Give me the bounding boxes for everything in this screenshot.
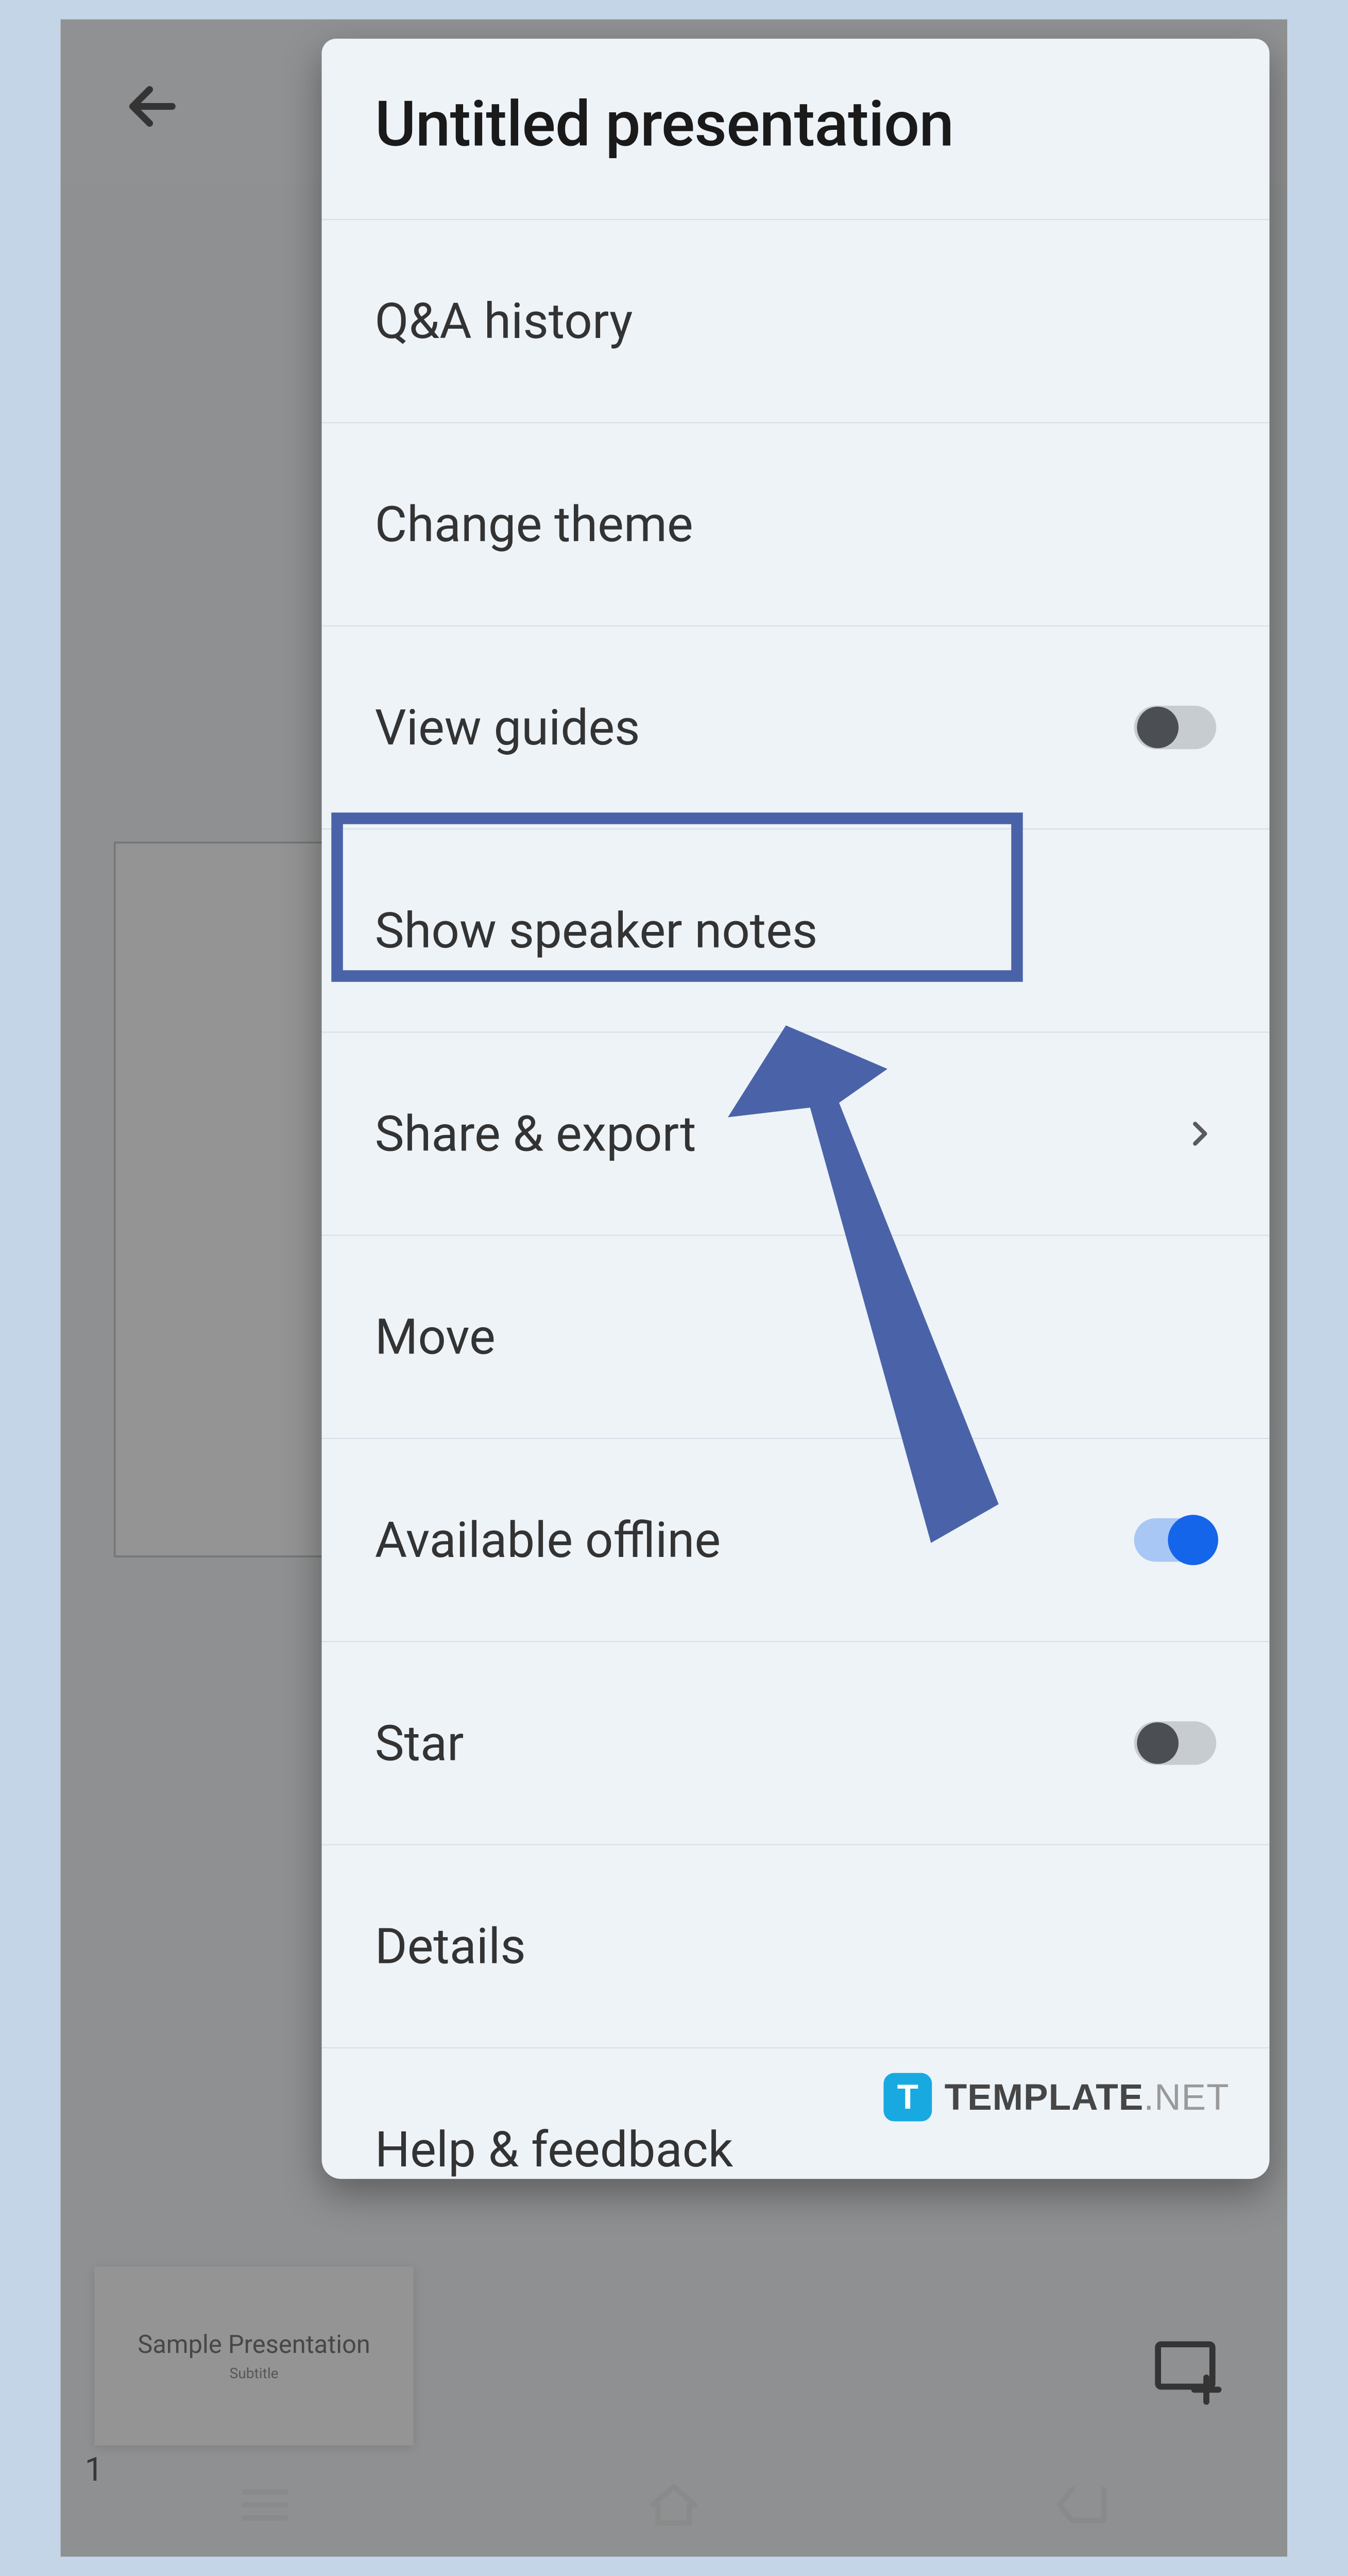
menu-item-label: Move (375, 1308, 496, 1366)
menu-title: Untitled presentation (322, 39, 1270, 219)
menu-item-star[interactable]: Star (322, 1641, 1270, 1844)
menu-item-label: Details (375, 1917, 526, 1975)
menu-item-label: Q&A history (375, 292, 633, 350)
menu-item-qa-history[interactable]: Q&A history (322, 219, 1270, 422)
menu-item-label: Change theme (375, 495, 693, 553)
menu-item-label: View guides (375, 699, 640, 757)
menu-item-available-offline[interactable]: Available offline (322, 1438, 1270, 1641)
watermark-suffix: .NET (1144, 2077, 1229, 2118)
menu-item-share-export[interactable]: Share & export (322, 1031, 1270, 1234)
menu-list: Q&A history Change theme View guides Sho… (322, 219, 1270, 2179)
menu-item-details[interactable]: Details (322, 1844, 1270, 2047)
menu-item-label: Help & feedback (375, 2121, 733, 2179)
menu-item-label: Star (375, 1714, 464, 1772)
toggle-available-offline[interactable] (1134, 1518, 1217, 1562)
toggle-view-guides[interactable] (1134, 706, 1217, 749)
overflow-menu: Untitled presentation Q&A history Change… (322, 39, 1270, 2179)
chevron-right-icon (1183, 1105, 1217, 1163)
menu-item-change-theme[interactable]: Change theme (322, 422, 1270, 625)
watermark-badge: T (883, 2073, 932, 2122)
watermark-brand: TEMPLATE (945, 2077, 1144, 2118)
toggle-star[interactable] (1134, 1721, 1217, 1765)
menu-item-view-guides[interactable]: View guides (322, 625, 1270, 828)
menu-item-show-speaker-notes[interactable]: Show speaker notes (322, 828, 1270, 1031)
menu-item-label: Share & export (375, 1105, 696, 1163)
watermark-text: TEMPLATE.NET (945, 2076, 1230, 2119)
device-screen: Sample Presentation Subtitle 1 Untitled … (61, 20, 1288, 2557)
menu-item-label: Available offline (375, 1511, 721, 1569)
menu-item-label: Show speaker notes (375, 902, 818, 960)
watermark: T TEMPLATE.NET (883, 2073, 1229, 2122)
menu-item-move[interactable]: Move (322, 1235, 1270, 1438)
